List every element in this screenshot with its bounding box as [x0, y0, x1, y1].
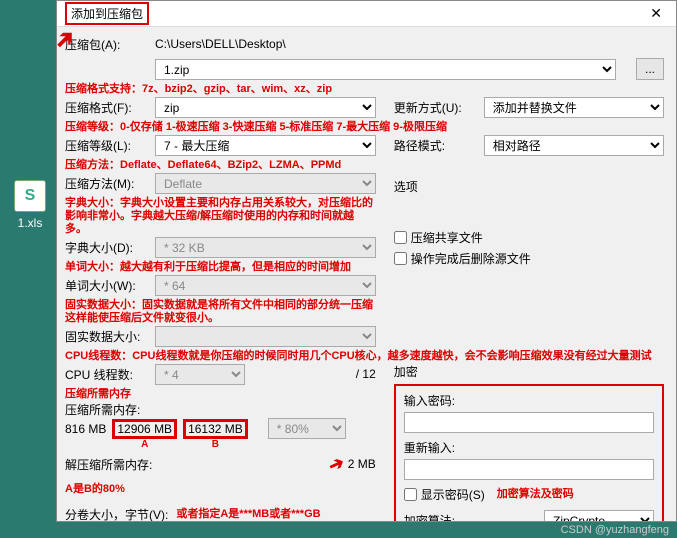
algo-select[interactable]: ZipCrypto [544, 510, 654, 522]
word-label: 单词大小(W): [65, 277, 151, 294]
desktop-file-name: 1.xls [10, 216, 50, 230]
anno-cpu: CPU线程数：CPU线程数就是你压缩的时候同时用几个CPU核心，越多速度越快，会… [65, 350, 664, 363]
format-select[interactable]: zip [155, 97, 376, 118]
update-select[interactable]: 添加并替换文件 [484, 97, 664, 118]
method-select[interactable]: Deflate [155, 173, 376, 194]
level-label: 压缩等级(L): [65, 137, 151, 154]
solid-select[interactable] [155, 326, 376, 347]
archive-dialog: 添加到压缩包 ✕ ➔ 压缩包(A): C:\Users\DELL\Desktop… [56, 0, 677, 522]
xls-icon: S [14, 180, 46, 212]
dict-label: 字典大小(D): [65, 239, 151, 256]
split-label: 分卷大小，字节(V): [65, 506, 168, 522]
archive-name-select[interactable]: 1.zip [155, 59, 616, 80]
mem-a-tag: A [115, 439, 174, 450]
level-select[interactable]: 7 - 最大压缩 [155, 135, 376, 156]
mem-decompress-value: 2 MB [348, 457, 376, 471]
anno-split: 或者指定A是***MB或者***GB [176, 508, 320, 521]
cpu-select[interactable]: * 4 [155, 364, 245, 385]
share-checkbox[interactable]: 压缩共享文件 [394, 229, 664, 246]
mem-pct-select[interactable]: * 80% [268, 418, 346, 439]
mem-b-tag: B [186, 439, 245, 450]
word-select[interactable]: * 64 [155, 275, 376, 296]
algo-label: 加密算法: [404, 512, 540, 522]
dialog-title: 添加到压缩包 [65, 2, 149, 25]
anno-solid: 固实数据大小：固实数据就是将所有文件中相同的部分统一压缩 这样能使压缩后文件就变… [65, 299, 376, 325]
format-label: 压缩格式(F): [65, 99, 151, 116]
mem-total: 816 MB [65, 422, 106, 436]
anno-word: 单词大小：越大越有利于压缩比提高，但是相应的时间增加 [65, 261, 376, 274]
pathmode-select[interactable]: 相对路径 [484, 135, 664, 156]
options-title: 选项 [394, 178, 664, 195]
encryption-group: 输入密码: 重新输入: 显示密码(S) 加密算法及密码 加密算法: ZipCry… [394, 384, 664, 521]
method-label: 压缩方法(M): [65, 175, 151, 192]
password2-label: 重新输入: [404, 439, 654, 456]
delete-checkbox[interactable]: 操作完成后删除源文件 [394, 250, 664, 267]
password2-input[interactable] [404, 459, 654, 480]
anno-mem: 压缩所需内存 [65, 388, 376, 401]
anno-method: 压缩方法：Deflate、Deflate64、BZip2、LZMA、PPMd [65, 159, 664, 172]
desktop-file[interactable]: S 1.xls [10, 180, 50, 230]
solid-label: 固实数据大小: [65, 328, 151, 345]
show-password-checkbox[interactable]: 显示密码(S) [404, 486, 485, 503]
anno-dict: 字典大小：字典大小设置主要和内存占用关系较大，对压缩比的影响非常小。字典越大压缩… [65, 197, 376, 236]
mem-b: 16132 MB [188, 422, 243, 436]
encryption-title: 加密 [394, 363, 664, 380]
cpu-label: CPU 线程数: [65, 366, 151, 383]
cpu-max: / 12 [249, 367, 376, 381]
mem-compress-label: 压缩所需内存: [65, 401, 376, 418]
pathmode-label: 路径模式: [394, 137, 480, 154]
encryption-caption: 加密算法及密码 [497, 488, 574, 501]
titlebar: 添加到压缩包 ✕ [57, 1, 676, 27]
password-label: 输入密码: [404, 392, 654, 409]
arrow-icon: ➔ [325, 451, 348, 476]
close-button[interactable]: ✕ [644, 5, 668, 22]
mem-a: 12906 MB [117, 422, 172, 436]
update-label: 更新方式(U): [394, 99, 480, 116]
archive-label: 压缩包(A): [65, 36, 151, 53]
password-input[interactable] [404, 412, 654, 433]
mem-decompress-label: 解压缩所需内存: [65, 456, 325, 473]
anno-format: 压缩格式支持：7z、bzip2、gzip、tar、wim、xz、zip [65, 83, 664, 96]
archive-path-prefix: C:\Users\DELL\Desktop\ [155, 37, 286, 51]
anno-ab: A是B的80% [65, 483, 185, 496]
watermark: CSDN @yuzhangfeng [561, 524, 669, 536]
browse-button[interactable]: ... [636, 58, 664, 80]
dict-select[interactable]: * 32 KB [155, 237, 376, 258]
anno-level: 压缩等级：0-仅存储 1-极速压缩 3-快速压缩 5-标准压缩 7-最大压缩 9… [65, 121, 664, 134]
